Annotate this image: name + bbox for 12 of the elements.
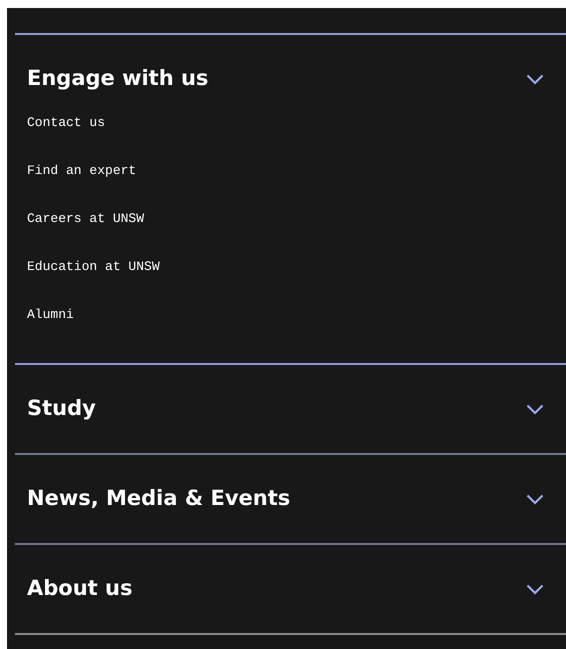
chevron-down-icon: [526, 494, 544, 504]
chevron-down-icon: [526, 404, 544, 414]
footer-link[interactable]: Careers at UNSW: [27, 209, 144, 229]
accordion-header[interactable]: News, Media & Events: [15, 455, 566, 543]
footer-link[interactable]: Alumni: [27, 305, 74, 325]
chevron-down-icon: [526, 74, 544, 84]
accordion-header[interactable]: Study: [15, 365, 566, 453]
chevron-down-icon: [526, 584, 544, 594]
footer-link[interactable]: Find an expert: [27, 161, 136, 181]
footer-link[interactable]: Contact us: [27, 113, 106, 133]
footer-link[interactable]: Education at UNSW: [27, 257, 160, 277]
accordion-header[interactable]: About us: [15, 545, 566, 633]
